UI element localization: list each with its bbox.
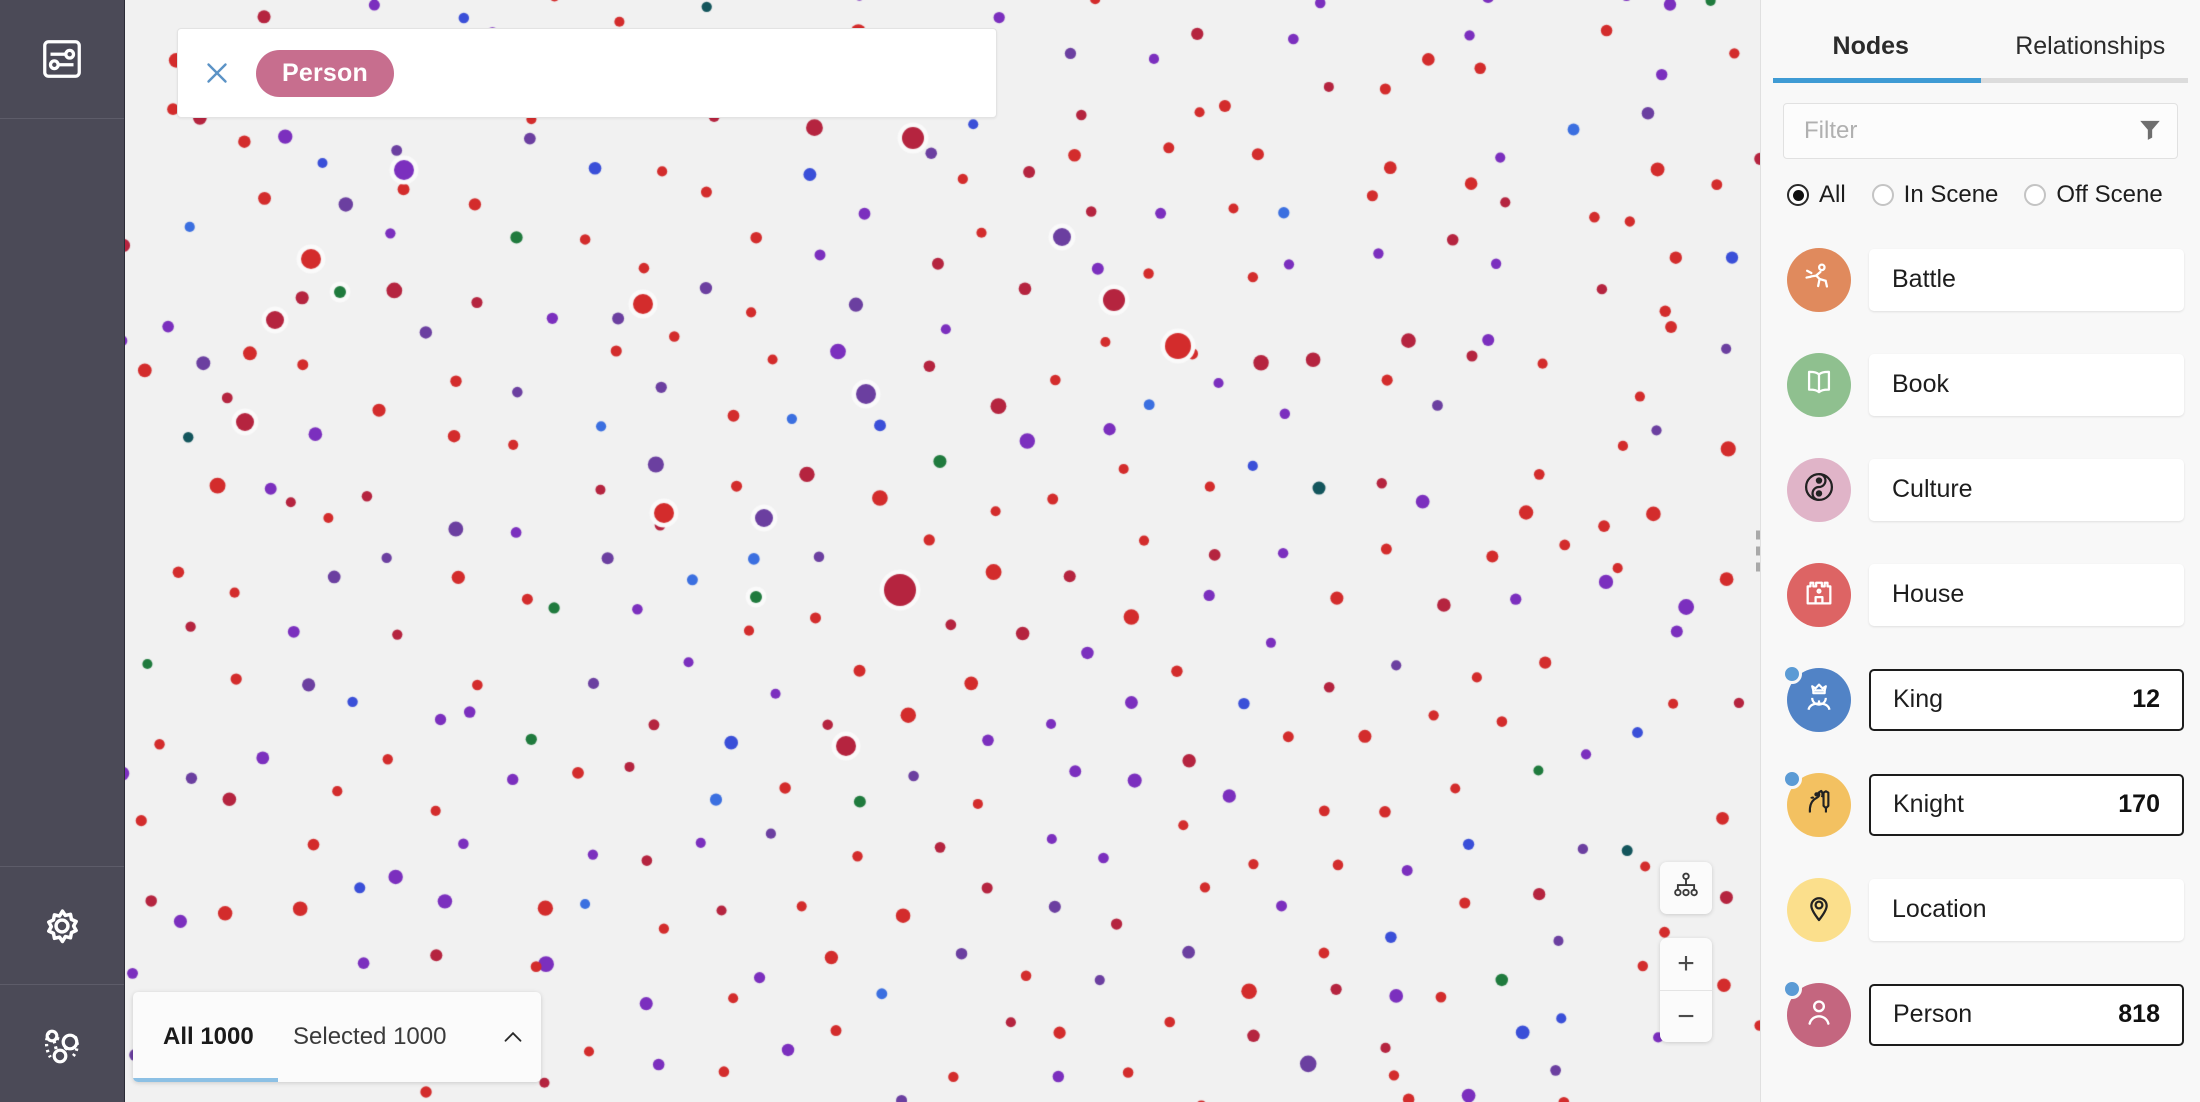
zoom-out-button[interactable]: −	[1660, 990, 1712, 1042]
node-type-avatar[interactable]	[1787, 352, 1851, 417]
chevron-up-icon[interactable]	[485, 1022, 541, 1052]
graph-node-cloud[interactable]	[125, 0, 1760, 1102]
node-type-label: Person	[1893, 1000, 1973, 1028]
node-type-row[interactable]: Person 818	[1761, 962, 2200, 1067]
handle-dot	[1755, 562, 1760, 572]
node-type-pill-battle[interactable]: Battle	[1869, 248, 2184, 311]
filter-row	[1761, 83, 2200, 159]
in-scene-badge	[1782, 978, 1802, 999]
node-type-label: House	[1892, 580, 1965, 608]
canvas-controls: + −	[1660, 862, 1712, 1042]
handle-dot	[1755, 530, 1760, 540]
map-pin-icon	[1802, 890, 1836, 929]
hierarchy-layout-button[interactable]	[1660, 862, 1712, 914]
all-count-label: All 1000	[163, 1023, 254, 1050]
node-type-label: Culture	[1892, 475, 1973, 503]
node-type-pill-person[interactable]: Person 818	[1869, 983, 2184, 1046]
radio-label: Off Scene	[2056, 181, 2163, 208]
node-type-avatar[interactable]	[1782, 768, 1851, 837]
knight-sword-icon	[1802, 785, 1836, 824]
search-input[interactable]	[1804, 117, 2137, 145]
radio-indicator	[1787, 184, 1809, 206]
graph-bubbles-icon	[38, 1020, 86, 1068]
node-type-list: Battle Book Culture House King 12 Knight 170 Loc…	[1761, 219, 2200, 1067]
filter-chip-person[interactable]: Person	[256, 49, 394, 97]
sliders-icon	[39, 36, 85, 82]
person-icon	[1802, 995, 1836, 1034]
zoom-in-button[interactable]: +	[1660, 938, 1712, 990]
king-crown-icon	[1802, 680, 1836, 719]
selected-count-label: Selected 1000	[293, 1023, 447, 1050]
sidebar-item-filters-panel[interactable]	[0, 0, 124, 118]
node-type-avatar[interactable]	[1787, 247, 1851, 312]
tab-nodes[interactable]: Nodes	[1761, 0, 1981, 78]
sidebar-item-graph-view[interactable]	[0, 984, 124, 1102]
in-scene-badge	[1782, 663, 1802, 684]
node-type-pill-house[interactable]: House	[1869, 563, 2184, 626]
radio-indicator	[2024, 184, 2047, 206]
node-type-count: 818	[2118, 1000, 2160, 1028]
node-type-row[interactable]: Culture	[1761, 437, 2200, 542]
panel-tabs: Nodes Relationships	[1761, 0, 2200, 78]
graph-canvas-area[interactable]: Person + − All 1000 Selected 1000	[125, 0, 1760, 1102]
node-type-pill-king[interactable]: King 12	[1869, 668, 2184, 731]
node-type-pill-culture[interactable]: Culture	[1869, 458, 2184, 521]
hierarchy-layout-icon	[1671, 870, 1701, 906]
app-root: Person + − All 1000 Selected 1000 Nodes …	[0, 0, 2200, 1102]
handle-dot	[1755, 546, 1760, 556]
radio-indicator	[1871, 184, 1894, 206]
node-type-count: 12	[2132, 685, 2160, 713]
yin-yang-icon	[1801, 469, 1837, 510]
layout-control-card	[1660, 862, 1712, 914]
node-type-pill-book[interactable]: Book	[1869, 353, 2184, 416]
gear-icon	[39, 903, 85, 949]
node-type-row[interactable]: Book	[1761, 332, 2200, 437]
node-type-label: King	[1893, 685, 1944, 713]
filter-box[interactable]	[1783, 103, 2178, 159]
tab-relationships[interactable]: Relationships	[1981, 0, 2200, 78]
node-type-label: Book	[1892, 370, 1949, 398]
zoom-control-card: + −	[1660, 938, 1712, 1042]
node-type-count: 170	[2118, 790, 2160, 818]
search-filter-bar[interactable]: Person	[177, 28, 997, 118]
scope-radio-group: All In Scene Off Scene	[1761, 159, 2200, 219]
radio-in-scene[interactable]: In Scene	[1871, 181, 1999, 209]
open-book-icon	[1802, 365, 1836, 404]
node-type-avatar[interactable]	[1787, 457, 1851, 522]
rail-spacer	[0, 118, 124, 866]
castle-icon	[1802, 575, 1836, 614]
node-type-row[interactable]: Knight 170	[1761, 752, 2200, 857]
panel-resize-handle[interactable]	[1751, 530, 1760, 572]
node-type-pill-location[interactable]: Location	[1869, 878, 2184, 941]
close-icon[interactable]	[200, 56, 234, 90]
node-type-label: Knight	[1893, 790, 1964, 818]
node-type-row[interactable]: King 12	[1761, 647, 2200, 752]
node-type-avatar[interactable]	[1782, 663, 1851, 732]
node-type-label: Location	[1892, 895, 1987, 923]
radio-label: In Scene	[1903, 181, 1999, 208]
node-type-pill-knight[interactable]: Knight 170	[1869, 773, 2184, 836]
node-type-row[interactable]: Battle	[1761, 227, 2200, 332]
running-person-icon	[1802, 260, 1836, 299]
selection-status-bar[interactable]: All 1000 Selected 1000	[133, 992, 541, 1082]
node-type-avatar[interactable]	[1787, 562, 1851, 627]
node-type-row[interactable]: Location	[1761, 857, 2200, 962]
node-type-avatar[interactable]	[1787, 877, 1851, 942]
radio-all[interactable]: All	[1787, 181, 1846, 209]
node-type-avatar[interactable]	[1782, 978, 1851, 1047]
radio-off-scene[interactable]: Off Scene	[2024, 181, 2163, 209]
in-scene-badge	[1782, 768, 1802, 789]
funnel-icon[interactable]	[2137, 116, 2163, 147]
inspector-panel: Nodes Relationships All	[1760, 0, 2200, 1102]
tab-underline-active	[1773, 78, 1981, 83]
radio-label: All	[1819, 181, 1846, 208]
sidebar-item-settings[interactable]	[0, 866, 124, 984]
node-type-row[interactable]: House	[1761, 542, 2200, 647]
left-rail	[0, 0, 125, 1102]
node-type-label: Battle	[1892, 265, 1956, 293]
